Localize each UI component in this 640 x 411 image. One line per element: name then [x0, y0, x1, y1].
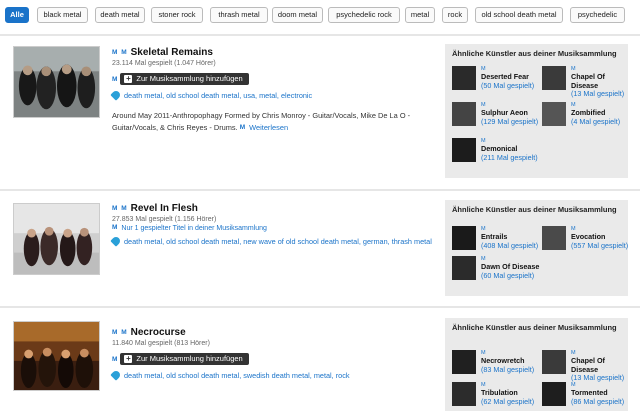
similar-artist[interactable]: M Sulphur Aeon (129 Mal gespielt): [452, 102, 540, 130]
similar-artist[interactable]: M Necrowretch (83 Mal gespielt): [452, 350, 540, 378]
plus-icon: +: [124, 74, 133, 83]
similar-artist-image[interactable]: [542, 102, 566, 126]
similar-artist-count: (4 Mal gespielt): [571, 116, 621, 126]
artist-name[interactable]: Skeletal Remains: [131, 47, 213, 58]
tag-icon: [110, 369, 122, 381]
tag-list[interactable]: death metal, old school death metal, new…: [110, 235, 432, 247]
similar-artist-name[interactable]: Chapel Of Disease: [571, 356, 631, 374]
tags-text[interactable]: death metal, old school death metal, new…: [124, 237, 432, 246]
artist-bio: Around May 2011-Anthropophagy Formed by …: [112, 110, 432, 134]
filter-chip-old-school-death-metal[interactable]: old school death metal: [475, 7, 563, 23]
similar-artist-name[interactable]: Chapel Of Disease: [571, 72, 631, 90]
artist-row-skeletal-remains: M M Skeletal Remains 23.114 Mal gespielt …: [0, 44, 640, 184]
similar-artist[interactable]: M Zombified (4 Mal gespielt): [542, 102, 630, 130]
play-count: 11.840 Mal gespielt (813 Hörer): [112, 340, 210, 347]
similar-artist[interactable]: M Tribulation (62 Mal gespielt): [452, 382, 540, 410]
similar-artist-count: (557 Mal gespielt): [571, 240, 629, 250]
library-indicator: M M: [112, 205, 128, 212]
similar-artist-image[interactable]: [452, 226, 476, 250]
tag-list[interactable]: death metal, old school death metal, usa…: [110, 89, 432, 101]
similar-artist[interactable]: M Chapel Of Disease (13 Mal gespielt): [542, 66, 631, 98]
similar-artists-panel: Ähnliche Künstler aus deiner Musiksammlu…: [445, 318, 628, 411]
add-to-library-button[interactable]: + Zur Musiksammlung hinzufügen: [120, 73, 249, 85]
library-track-note[interactable]: Nur 1 gespielter Titel in deiner Musiksa…: [121, 225, 267, 232]
filter-chip-psychedelic-rock[interactable]: psychedelic rock: [328, 7, 400, 23]
filter-chip-thrash-metal[interactable]: thrash metal: [210, 7, 268, 23]
filter-chip-doom-metal[interactable]: doom metal: [272, 7, 323, 23]
play-count: 23.114 Mal gespielt (1.047 Hörer): [112, 60, 216, 67]
filter-chip-rock[interactable]: rock: [442, 7, 468, 23]
divider: [0, 34, 640, 36]
similar-artists-panel: Ähnliche Künstler aus deiner Musiksammlu…: [445, 44, 628, 178]
similar-artists-title: Ähnliche Künstler aus deiner Musiksammlu…: [452, 49, 617, 58]
divider: [0, 306, 640, 308]
library-indicator: M M: [112, 329, 128, 336]
tag-list[interactable]: death metal, old school death metal, swe…: [110, 369, 432, 381]
similar-artist-image[interactable]: [542, 382, 566, 406]
add-to-library-label: Zur Musiksammlung hinzufügen: [136, 354, 243, 363]
add-to-library-label: Zur Musiksammlung hinzufügen: [136, 74, 243, 83]
filter-chip-stoner-rock[interactable]: stoner rock: [151, 7, 203, 23]
artist-row-necrocurse: M M Necrocurse 11.840 Mal gespielt (813 H…: [0, 318, 640, 411]
library-indicator: M: [239, 124, 247, 131]
artist-name[interactable]: Revel In Flesh: [131, 203, 198, 214]
read-more-link[interactable]: Weiterlesen: [249, 123, 288, 132]
play-count: 27.853 Mal gespielt (1.156 Hörer): [112, 216, 217, 223]
similar-artist-image[interactable]: [452, 256, 476, 280]
similar-artists-title: Ähnliche Künstler aus deiner Musiksammlu…: [452, 323, 617, 332]
filter-chip-psychedelic[interactable]: psychedelic: [570, 7, 625, 23]
tag-icon: [110, 89, 122, 101]
library-indicator: M: [112, 355, 119, 363]
artist-image[interactable]: [13, 321, 100, 391]
add-to-library-button[interactable]: + Zur Musiksammlung hinzufügen: [120, 353, 249, 365]
genre-filter-bar: Alle black metal death metal stoner rock…: [0, 0, 640, 30]
similar-artist-count: (50 Mal gespielt): [481, 80, 535, 90]
similar-artist-image[interactable]: [452, 66, 476, 90]
similar-artist[interactable]: M Demonical (211 Mal gespielt): [452, 138, 540, 166]
similar-artist-count: (408 Mal gespielt): [481, 240, 539, 250]
similar-artist[interactable]: M Deserted Fear (50 Mal gespielt): [452, 66, 540, 94]
similar-artist-count: (60 Mal gespielt): [481, 270, 535, 280]
artist-row-revel-in-flesh: M M Revel In Flesh 27.853 Mal gespielt (1…: [0, 200, 640, 300]
similar-artist[interactable]: M Dawn Of Disease (60 Mal gespielt): [452, 256, 540, 284]
similar-artist-image[interactable]: [542, 226, 566, 250]
plus-icon: +: [124, 354, 133, 363]
similar-artists-panel: Ähnliche Künstler aus deiner Musiksammlu…: [445, 200, 628, 296]
similar-artist-image[interactable]: [452, 382, 476, 406]
tags-text[interactable]: death metal, old school death metal, swe…: [124, 371, 350, 380]
artist-name[interactable]: Necrocurse: [131, 327, 186, 338]
library-indicator: M: [112, 75, 119, 83]
similar-artist-count: (13 Mal gespielt): [571, 89, 625, 98]
similar-artist-count: (62 Mal gespielt): [481, 396, 535, 406]
tags-text[interactable]: death metal, old school death metal, usa…: [124, 91, 312, 100]
similar-artist-count: (83 Mal gespielt): [481, 364, 535, 374]
similar-artists-title: Ähnliche Künstler aus deiner Musiksammlu…: [452, 205, 617, 214]
similar-artist[interactable]: M Tormented (86 Mal gespielt): [542, 382, 630, 410]
similar-artist[interactable]: M Evocation (557 Mal gespielt): [542, 226, 630, 254]
library-indicator: M M: [112, 49, 128, 56]
divider: [0, 189, 640, 191]
filter-chip-death-metal[interactable]: death metal: [95, 7, 145, 23]
similar-artist-image[interactable]: [452, 350, 476, 374]
filter-chip-all[interactable]: Alle: [5, 7, 29, 23]
similar-artist-count: (211 Mal gespielt): [481, 152, 538, 162]
artist-image[interactable]: [13, 46, 100, 118]
artist-image[interactable]: [13, 203, 100, 275]
similar-artist-image[interactable]: [542, 350, 566, 374]
filter-chip-black-metal[interactable]: black metal: [37, 7, 88, 23]
similar-artist-image[interactable]: [542, 66, 566, 90]
similar-artist[interactable]: M Entrails (408 Mal gespielt): [452, 226, 540, 254]
similar-artist-count: (129 Mal gespielt): [481, 116, 539, 126]
library-indicator: M: [112, 224, 119, 231]
tag-icon: [110, 235, 122, 247]
similar-artist-count: (86 Mal gespielt): [571, 396, 625, 406]
filter-chip-metal[interactable]: metal: [405, 7, 435, 23]
similar-artist[interactable]: M Chapel Of Disease (13 Mal gespielt): [542, 350, 631, 382]
similar-artist-image[interactable]: [452, 138, 476, 162]
similar-artist-image[interactable]: [452, 102, 476, 126]
